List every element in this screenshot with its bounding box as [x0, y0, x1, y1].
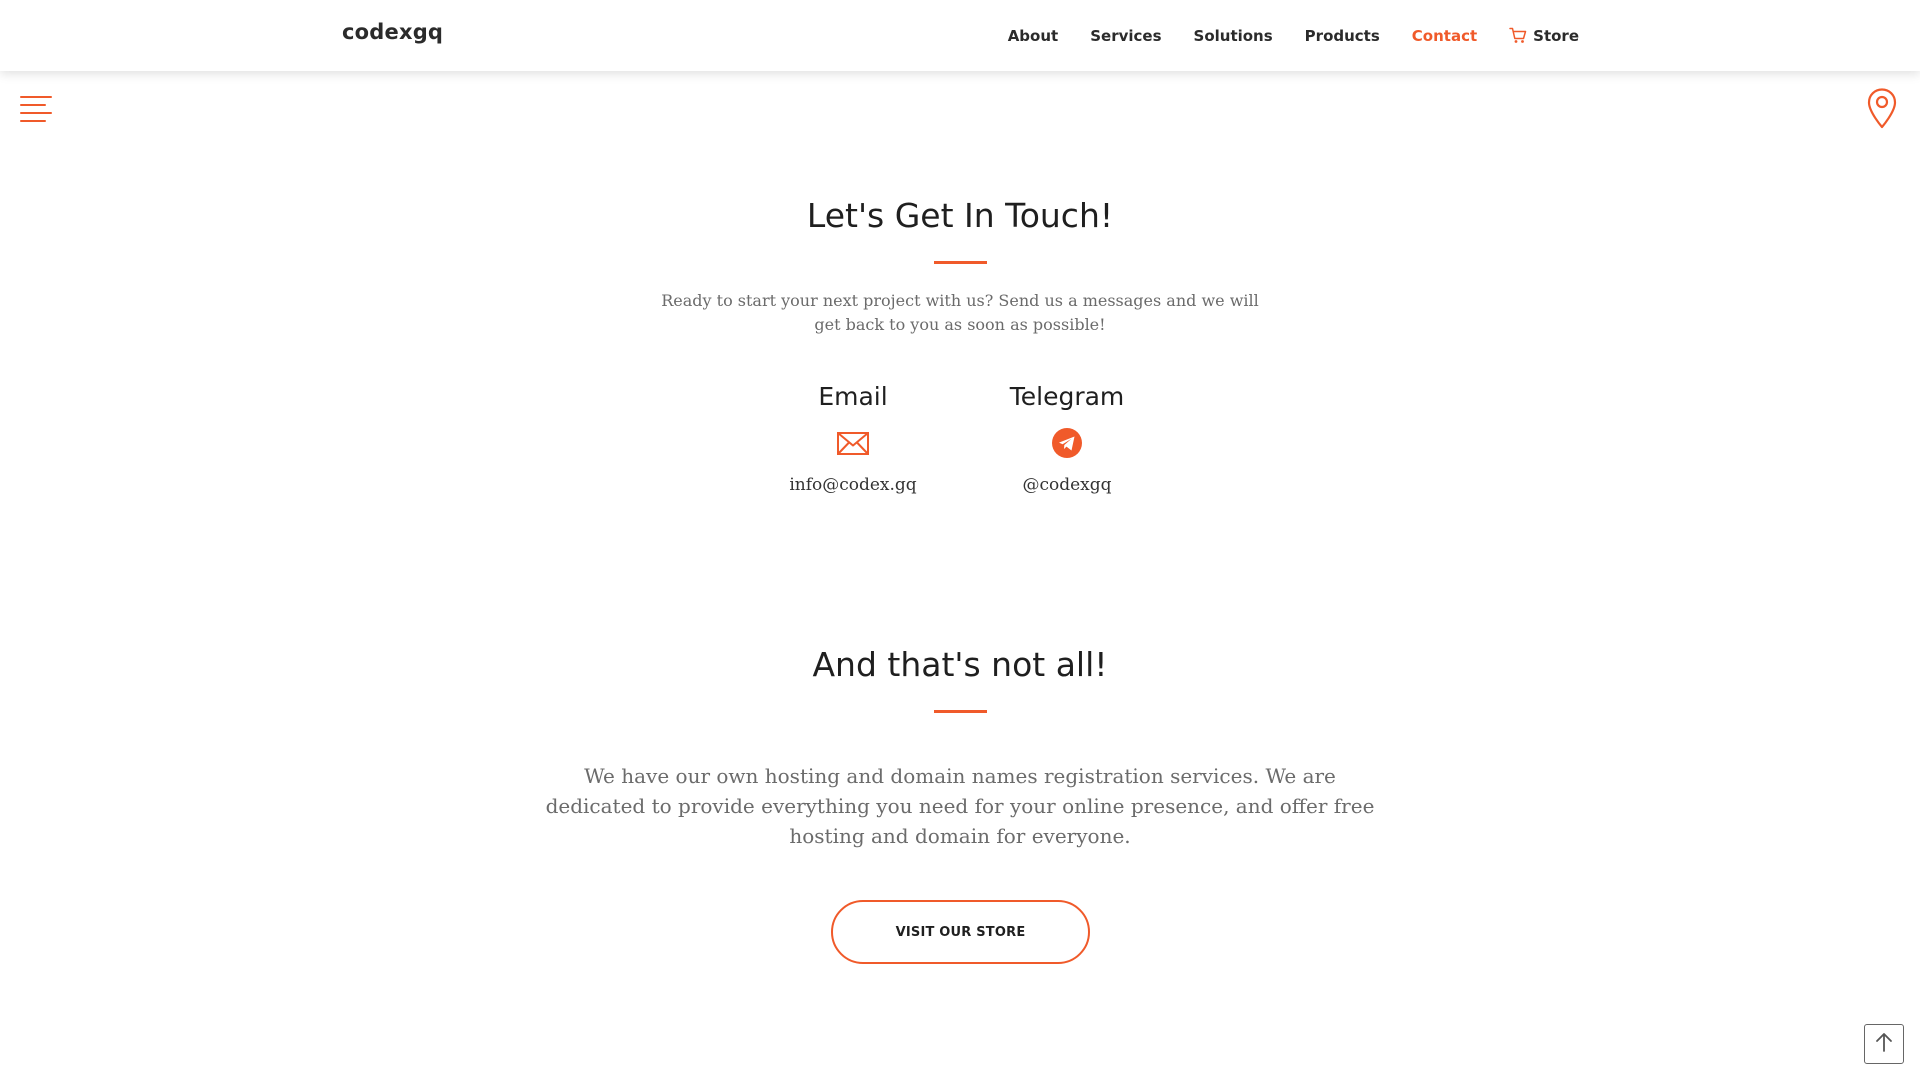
arrow-up-icon [1874, 1031, 1894, 1058]
more-body-line-3: hosting and domain for everyone. [789, 824, 1131, 848]
contact-lead-line-1: Ready to start your next project with us… [661, 291, 1259, 310]
contact-telegram: Telegram @codexgq [967, 382, 1167, 495]
contact-telegram-link[interactable]: @codexgq [967, 475, 1167, 495]
nav-item-store-label: Store [1533, 26, 1579, 45]
envelope-icon[interactable] [835, 427, 871, 459]
contact-lead-line-2: get back to you as soon as possible! [814, 315, 1106, 334]
contact-title: Let's Get In Touch! [806, 196, 1114, 235]
visit-store-button[interactable]: VISIT OUR STORE [831, 900, 1090, 964]
nav-item-contact[interactable]: Contact [1412, 27, 1477, 45]
nav-item-store[interactable]: Store [1509, 27, 1579, 45]
telegram-icon[interactable] [1049, 427, 1085, 459]
more-body-line-1: We have our own hosting and domain names… [584, 764, 1336, 788]
top-navbar: codexgq About Services Solutions Product… [0, 0, 1920, 71]
more-body-line-2: dedicated to provide everything you need… [545, 794, 1375, 818]
hamburger-menu-icon[interactable] [20, 96, 52, 122]
nav-item-services[interactable]: Services [1090, 27, 1161, 45]
nav-item-solutions[interactable]: Solutions [1194, 27, 1273, 45]
back-to-top-button[interactable] [1864, 1024, 1904, 1064]
brand-logo-link[interactable]: codexgq [342, 20, 443, 44]
more-body-text: We have our own hosting and domain names… [540, 761, 1380, 851]
cart-icon [1509, 27, 1527, 44]
nav-item-products[interactable]: Products [1305, 27, 1380, 45]
contact-lead-text: Ready to start your next project with us… [660, 289, 1260, 337]
nav-item-about[interactable]: About [1008, 27, 1059, 45]
main-nav: About Services Solutions Products Contac… [976, 0, 1579, 71]
contact-email: Email info@codex.gq [753, 382, 953, 495]
more-title-divider [934, 710, 987, 713]
more-title: And that's not all! [812, 645, 1108, 684]
contact-telegram-label: Telegram [1009, 382, 1125, 411]
contact-email-label: Email [818, 382, 888, 411]
title-divider [934, 261, 987, 264]
map-pin-icon[interactable] [1865, 87, 1899, 129]
contact-email-link[interactable]: info@codex.gq [753, 475, 953, 495]
